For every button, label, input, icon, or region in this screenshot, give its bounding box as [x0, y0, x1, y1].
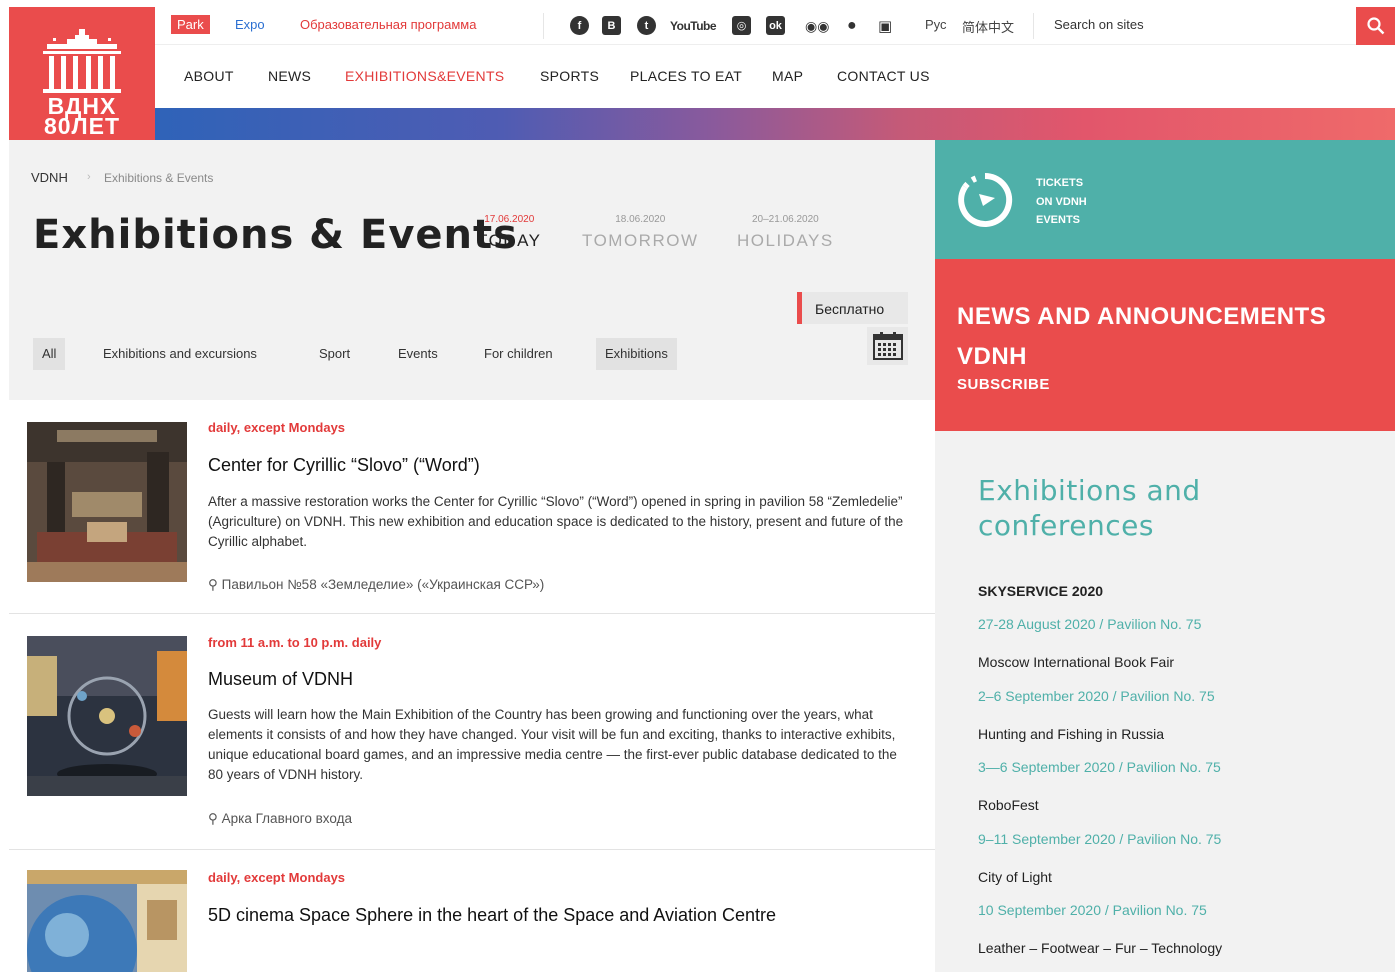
expo-link[interactable]: Expo	[235, 17, 265, 32]
event-card[interactable]: daily, except Mondays 5D cinema Space Sp…	[9, 850, 935, 972]
exhibitions-conferences-panel: Exhibitions and conferences SKYSERVICE 2…	[935, 431, 1395, 972]
event-photo-museum	[27, 636, 187, 796]
event-schedule: daily, except Mondays	[208, 420, 346, 435]
main-nav: ABOUT NEWS EXHIBITIONS&EVENTS SPORTS PLA…	[155, 46, 1395, 108]
nav-map[interactable]: MAP	[772, 68, 803, 84]
news-subscribe-banner[interactable]: NEWS AND ANNOUNCEMENTS VDNH SUBSCRIBE	[935, 259, 1395, 431]
event-description: Guests will learn how the Main Exhibitio…	[208, 707, 897, 782]
event-location: ⚲ Павильон №58 «Земледелие» («Украинская…	[208, 577, 545, 592]
pavilion-arch-icon	[43, 29, 121, 93]
free-filter-button[interactable]: Бесплатно	[797, 292, 908, 324]
news-heading: NEWS AND ANNOUNCEMENTS VDNH	[957, 303, 1327, 370]
event-title[interactable]: 5D cinema Space Sphere in the heart of t…	[208, 902, 788, 929]
nav-places-to-eat[interactable]: PLACES TO EAT	[630, 68, 742, 84]
day-tab-tomorrow[interactable]: 18.06.2020 TOMORROW	[582, 214, 699, 251]
location-pin-icon: ⚲	[208, 577, 218, 592]
filter-exhibitions-excursions[interactable]: Exhibitions and excursions	[103, 338, 257, 370]
location-pin-icon: ⚲	[208, 811, 218, 826]
conference-date: 2–6 September 2020 / Pavilion No. 75	[978, 688, 1215, 704]
vdnh-logo[interactable]: ВДНХ 80ЛЕТ	[9, 7, 155, 153]
page-title: Exhibitions & Events	[33, 212, 518, 258]
event-description: After a massive restoration works the Ce…	[208, 494, 904, 549]
tripadvisor-icon[interactable]: ◉◉	[805, 16, 829, 36]
nav-exhibitions-events[interactable]: EXHIBITIONS&EVENTS	[345, 68, 504, 84]
vk-icon[interactable]: B	[602, 16, 621, 35]
top-bar: Park Expo Образовательная программа f B …	[155, 7, 1395, 45]
event-schedule: daily, except Mondays	[208, 870, 346, 885]
lang-ru-link[interactable]: Рус	[925, 17, 947, 32]
tickets-text: TICKETS ON VDNH EVENTS	[1036, 177, 1087, 226]
filter-exhibitions[interactable]: Exhibitions	[596, 338, 677, 370]
nav-news[interactable]: NEWS	[268, 68, 311, 84]
filter-events[interactable]: Events	[398, 338, 438, 370]
logo-text-80: 80ЛЕТ	[43, 113, 121, 139]
youtube-icon[interactable]: YouTube	[670, 16, 717, 36]
android-icon[interactable]: ▣	[878, 16, 892, 36]
event-card[interactable]: from 11 a.m. to 10 p.m. daily Museum of …	[9, 614, 935, 850]
search-button[interactable]	[1356, 7, 1395, 45]
conference-name[interactable]: SKYSERVICE 2020	[978, 583, 1103, 599]
calendar-icon	[872, 332, 903, 360]
event-card[interactable]: daily, except Mondays Center for Cyrilli…	[9, 400, 935, 614]
conference-name[interactable]: RoboFest	[978, 797, 1039, 813]
breadcrumb-root[interactable]: VDNH	[31, 170, 68, 185]
conference-name[interactable]: Leather – Footwear – Fur – Technology	[978, 940, 1222, 956]
conference-date: 9–11 September 2020 / Pavilion No. 75	[978, 831, 1222, 847]
event-thumbnail[interactable]	[27, 422, 187, 582]
event-thumbnail[interactable]	[27, 636, 187, 796]
day-tab-today[interactable]: 17.06.2020 TODAY	[477, 214, 542, 251]
instagram-icon[interactable]: ◎	[732, 16, 751, 35]
education-program-link[interactable]: Образовательная программа	[300, 17, 476, 32]
twitter-icon[interactable]: t	[637, 16, 656, 35]
subscribe-link[interactable]: SUBSCRIBE	[957, 376, 1050, 393]
day-tab-holidays[interactable]: 20–21.06.2020 HOLIDAYS	[737, 214, 834, 251]
filter-sport[interactable]: Sport	[319, 338, 350, 370]
chevron-right-icon: ›	[87, 171, 91, 183]
events-header: VDNH › Exhibitions & Events Exhibitions …	[9, 140, 935, 400]
nav-about[interactable]: ABOUT	[184, 68, 234, 84]
conference-date: 27-28 August 2020 / Pavilion No. 75	[978, 616, 1202, 632]
lang-cn-link[interactable]: 简体中文	[962, 17, 1014, 36]
park-link[interactable]: Park	[171, 15, 210, 34]
conference-date: 10 September 2020 / Pavilion No. 75	[978, 902, 1207, 918]
odnoklassniki-icon[interactable]: ok	[766, 16, 785, 35]
nav-sports[interactable]: SPORTS	[540, 68, 599, 84]
event-title[interactable]: Center for Cyrillic “Slovo” (“Word”)	[208, 452, 788, 479]
filter-all[interactable]: All	[33, 338, 66, 370]
facebook-icon[interactable]: f	[570, 16, 589, 35]
nav-contact-us[interactable]: CONTACT US	[837, 68, 930, 84]
event-location: ⚲ Арка Главного входа	[208, 811, 352, 826]
divider	[543, 13, 544, 39]
event-title[interactable]: Museum of VDNH	[208, 666, 788, 693]
event-photo-space-sphere	[27, 870, 187, 972]
header-gradient-strip	[155, 108, 1395, 140]
conference-name[interactable]: City of Light	[978, 869, 1052, 885]
conference-name[interactable]: Hunting and Fishing in Russia	[978, 726, 1164, 742]
conference-name[interactable]: Moscow International Book Fair	[978, 654, 1174, 670]
apple-icon[interactable]: ●	[847, 16, 857, 36]
tickets-banner[interactable]: TICKETS ON VDNH EVENTS	[935, 140, 1395, 259]
divider	[1033, 13, 1034, 39]
search-icon	[1366, 17, 1384, 35]
filter-for-children[interactable]: For children	[484, 338, 553, 370]
event-thumbnail[interactable]	[27, 870, 187, 972]
ticket-clock-icon	[958, 172, 1013, 227]
conference-date: 3—6 September 2020 / Pavilion No. 75	[978, 759, 1221, 775]
search-input[interactable]: Search on sites	[1054, 17, 1144, 32]
event-schedule: from 11 a.m. to 10 p.m. daily	[208, 635, 382, 650]
calendar-button[interactable]	[867, 327, 908, 365]
breadcrumb-current: Exhibitions & Events	[104, 171, 214, 185]
panel-title: Exhibitions and conferences	[978, 474, 1201, 542]
event-photo-cyrillic	[27, 422, 187, 582]
